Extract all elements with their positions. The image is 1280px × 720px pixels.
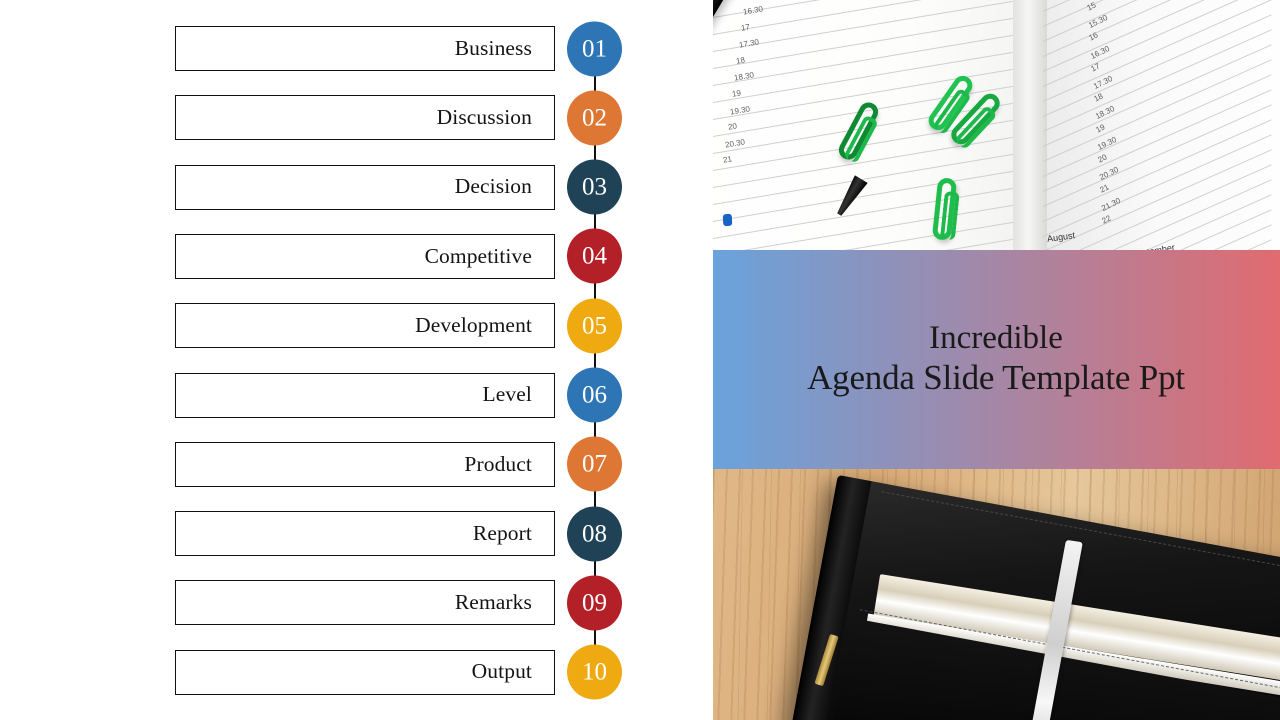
agenda-item-label: Remarks bbox=[454, 590, 532, 615]
agenda-item-box[interactable]: Business bbox=[175, 26, 555, 71]
slide-canvas: Business 01 Discussion 02 Decision 03 Competit… bbox=[0, 0, 1280, 720]
title-line-1: Incredible bbox=[929, 319, 1063, 356]
title-banner: Incredible Agenda Slide Template Ppt bbox=[713, 250, 1280, 469]
agenda-item-box[interactable]: Report bbox=[175, 511, 555, 557]
planner-gutter bbox=[1013, 0, 1047, 250]
agenda-item-box[interactable]: Remarks bbox=[175, 580, 555, 626]
agenda-item-label: Output bbox=[471, 659, 532, 684]
agenda-item-report[interactable]: Report 08 bbox=[0, 506, 713, 562]
agenda-item-label: Competitive bbox=[424, 243, 532, 268]
agenda-item-label: Level bbox=[482, 382, 532, 407]
agenda-item-remarks[interactable]: Remarks 09 bbox=[0, 575, 713, 631]
agenda-item-label: Report bbox=[472, 520, 532, 545]
media-panel: 16.30 17 17.30 18 18.30 19 19.30 20 20.30 21 15 15… bbox=[713, 0, 1280, 720]
title-line-2: Agenda Slide Template Ppt bbox=[807, 358, 1185, 398]
agenda-item-number-badge[interactable]: 02 bbox=[567, 90, 622, 146]
agenda-item-output[interactable]: Output 10 bbox=[0, 644, 713, 700]
agenda-item-number-badge[interactable]: 08 bbox=[567, 506, 622, 562]
agenda-item-box[interactable]: Discussion bbox=[175, 95, 555, 141]
agenda-item-decision[interactable]: Decision 03 bbox=[0, 159, 713, 215]
agenda-item-label: Decision bbox=[454, 174, 532, 199]
agenda-item-number-badge[interactable]: 05 bbox=[567, 298, 622, 354]
planner-time-tick: 19 bbox=[731, 88, 742, 99]
agenda-item-discussion[interactable]: Discussion 02 bbox=[0, 90, 713, 146]
agenda-item-number-badge[interactable]: 10 bbox=[567, 644, 622, 700]
agenda-item-box[interactable]: Level bbox=[175, 372, 555, 418]
planner-time-tick: 20 bbox=[726, 121, 738, 132]
agenda-item-number-badge[interactable]: 01 bbox=[567, 21, 622, 76]
leather-notebook-photo bbox=[713, 469, 1280, 720]
agenda-item-box[interactable]: Output bbox=[175, 649, 555, 695]
agenda-item-number-badge[interactable]: 06 bbox=[567, 367, 622, 423]
agenda-item-box[interactable]: Competitive bbox=[175, 233, 555, 279]
agenda-list-panel: Business 01 Discussion 02 Decision 03 Competit… bbox=[0, 0, 713, 720]
agenda-item-number-badge[interactable]: 09 bbox=[567, 575, 622, 631]
agenda-item-product[interactable]: Product 07 bbox=[0, 436, 713, 492]
planner-time-tick: 17 bbox=[740, 21, 751, 33]
agenda-item-number-badge[interactable]: 03 bbox=[567, 159, 622, 215]
planner-time-tick: 18 bbox=[735, 55, 746, 66]
agenda-item-label: Discussion bbox=[436, 105, 532, 130]
agenda-item-label: Development bbox=[415, 312, 532, 337]
planner-photo: 16.30 17 17.30 18 18.30 19 19.30 20 20.30 21 15 15… bbox=[713, 0, 1280, 250]
agenda-item-box[interactable]: Decision bbox=[175, 164, 555, 210]
agenda-item-box[interactable]: Development bbox=[175, 303, 555, 349]
agenda-item-competitive[interactable]: Competitive 04 bbox=[0, 228, 713, 284]
agenda-item-box[interactable]: Product bbox=[175, 441, 555, 487]
agenda-item-label: Product bbox=[464, 451, 532, 476]
agenda-item-number-badge[interactable]: 04 bbox=[567, 228, 622, 284]
agenda-item-number-badge[interactable]: 07 bbox=[567, 436, 622, 492]
agenda-item-label: Business bbox=[454, 35, 532, 60]
agenda-item-level[interactable]: Level 06 bbox=[0, 367, 713, 423]
agenda-item-business[interactable]: Business 01 bbox=[0, 21, 713, 76]
agenda-item-development[interactable]: Development 05 bbox=[0, 298, 713, 354]
pen-ball-point bbox=[722, 213, 733, 227]
